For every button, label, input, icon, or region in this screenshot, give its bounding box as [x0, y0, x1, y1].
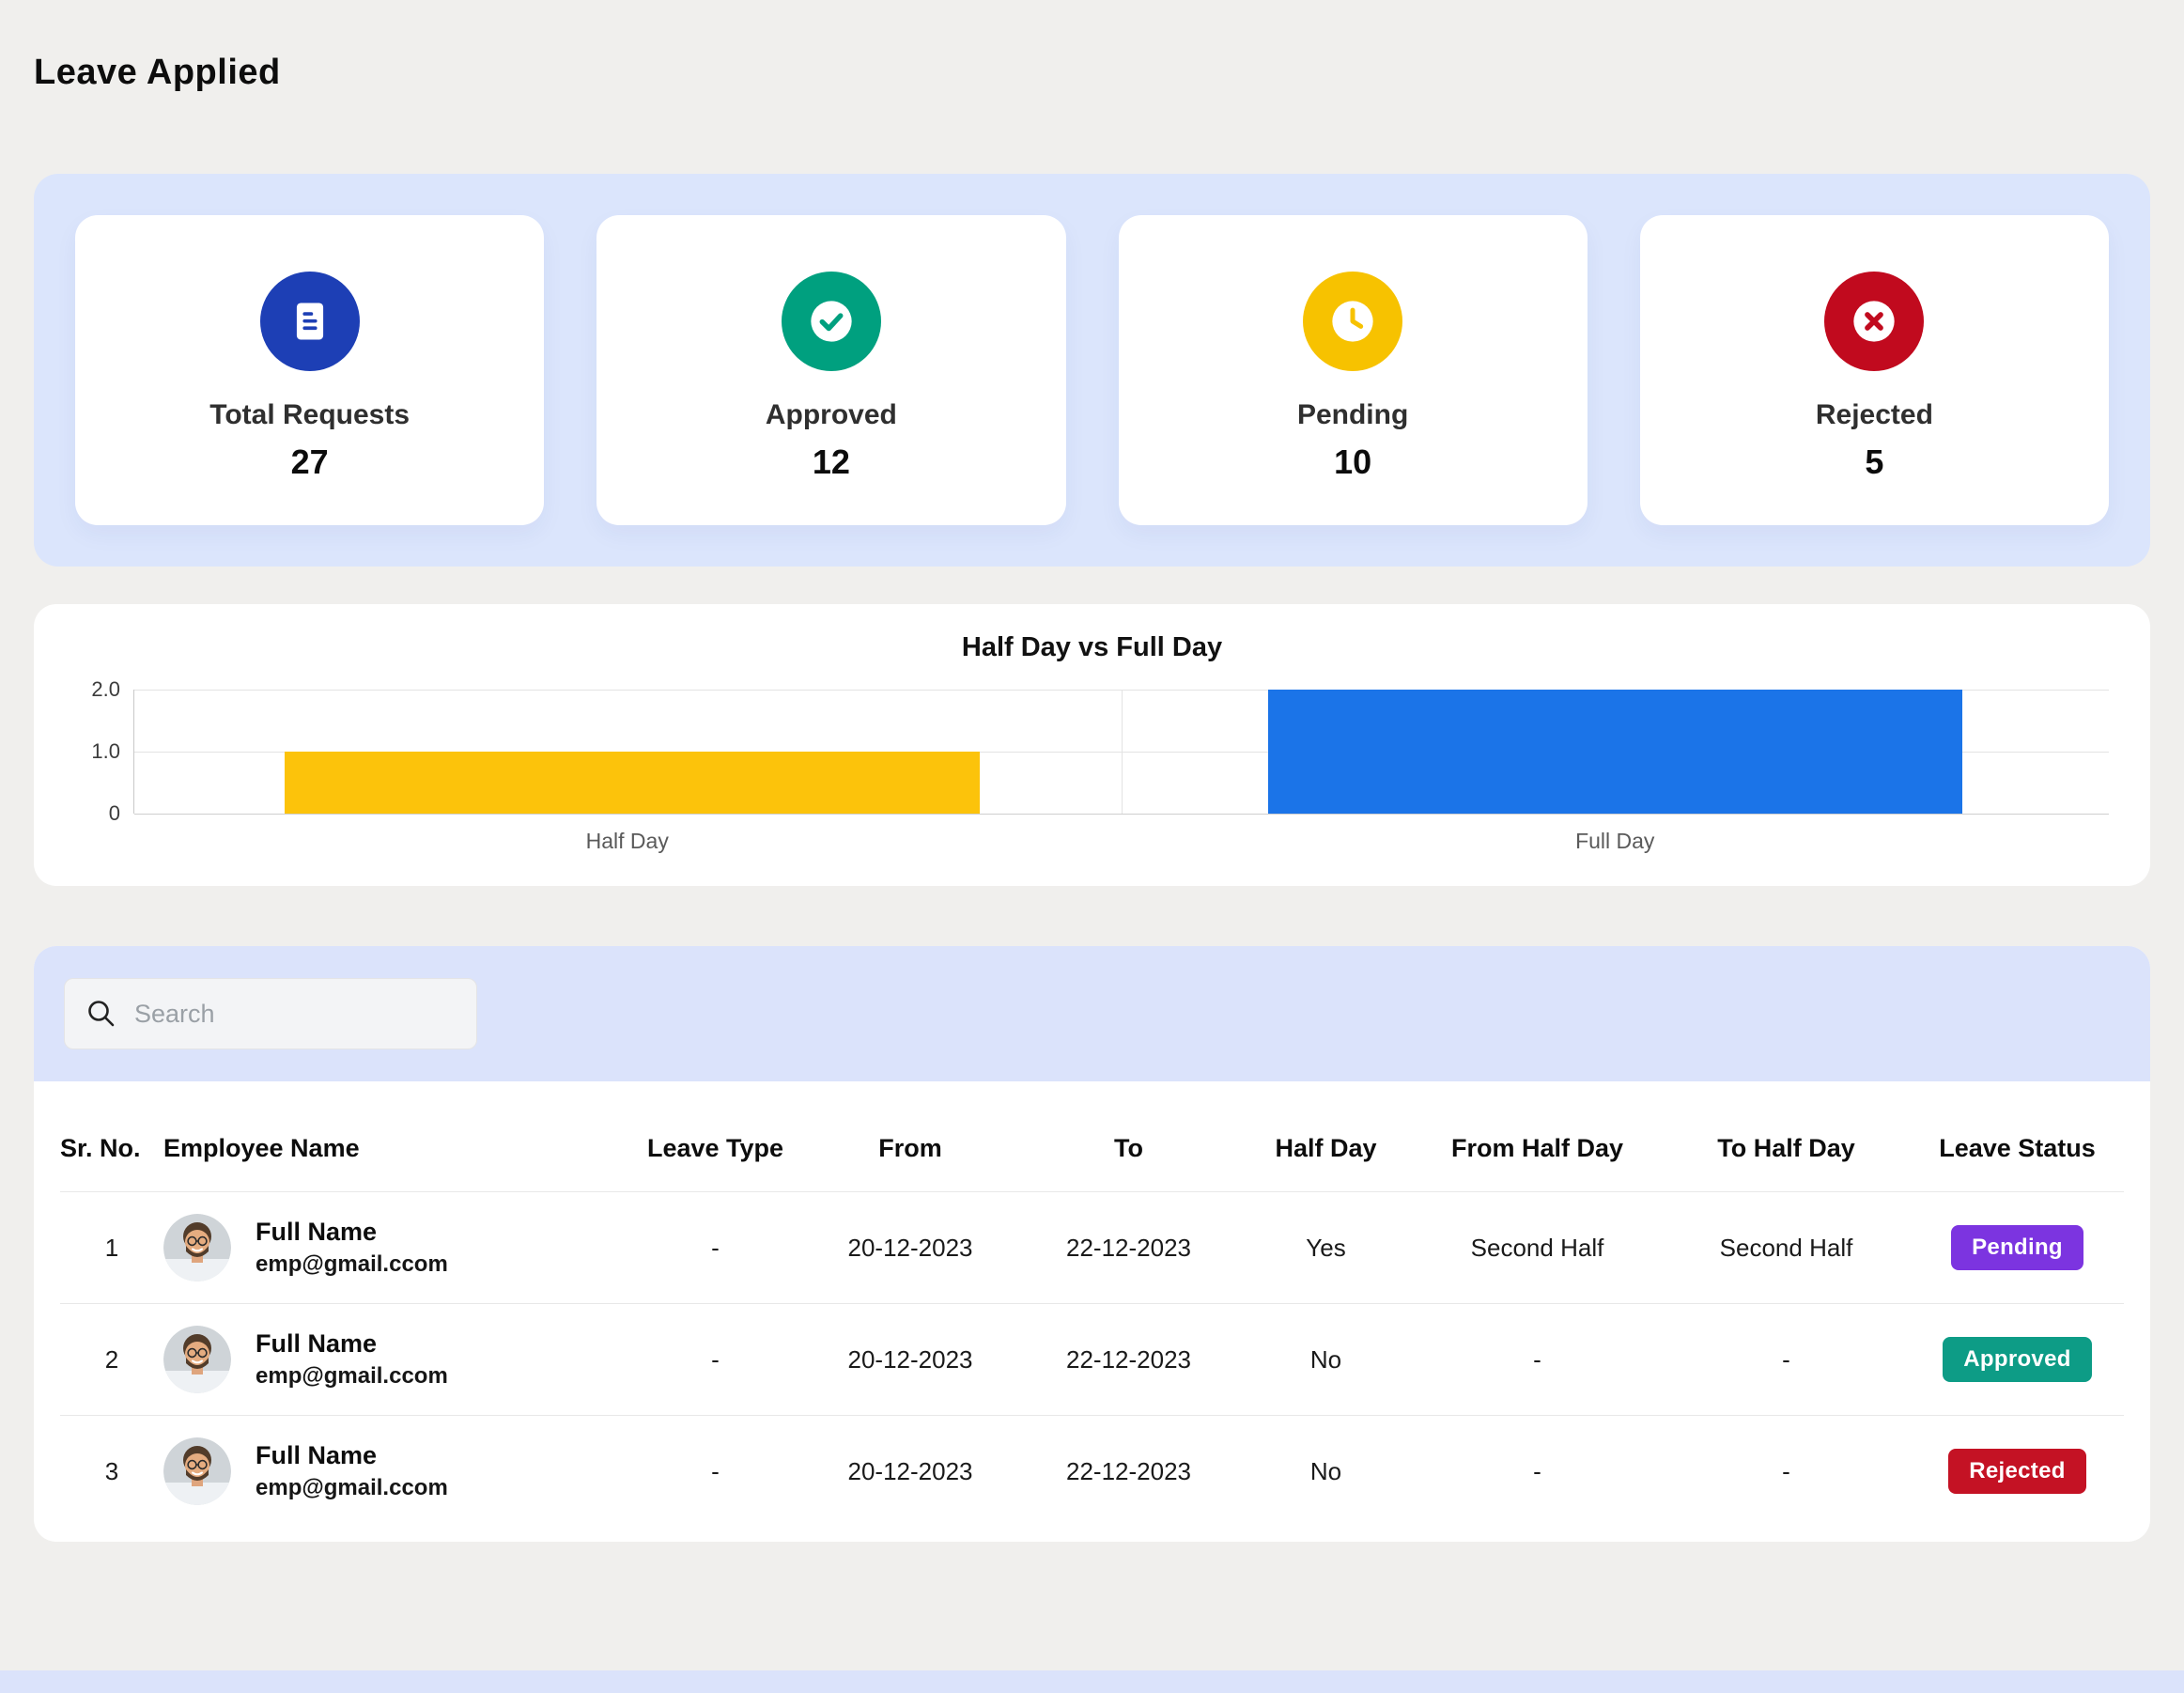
avatar [163, 1326, 231, 1393]
bar-half-day [285, 752, 980, 814]
document-icon [260, 272, 360, 371]
employee-email: emp@gmail.ccom [256, 1363, 448, 1390]
from-half-day: - [1413, 1457, 1662, 1486]
x-label-full-day: Full Day [1122, 829, 2110, 854]
leave-status-cell: Pending [1911, 1225, 2124, 1270]
clock-icon [1303, 272, 1402, 371]
y-tick: 2.0 [91, 677, 120, 702]
col-header-to-half-day: To Half Day [1662, 1134, 1911, 1163]
col-header-leave-status: Leave Status [1911, 1134, 2124, 1163]
search-box[interactable] [64, 978, 477, 1049]
half-day-vs-full-day-chart: Half Day vs Full Day 2.0 1.0 0 Half Day … [34, 604, 2150, 886]
status-badge: Approved [1943, 1337, 2091, 1382]
x-axis-line [134, 814, 2109, 815]
table-row[interactable]: 1 Full Name emp@gmail.ccom - 20-12-2023 … [60, 1191, 2124, 1303]
stat-label: Pending [1297, 399, 1408, 431]
table-toolbar [34, 946, 2150, 1081]
col-header-from-half-day: From Half Day [1413, 1134, 1662, 1163]
stat-card-total-requests: Total Requests 27 [75, 215, 544, 525]
gridline-vertical [1122, 690, 1123, 814]
check-circle-icon [782, 272, 881, 371]
employee-cell: Full Name emp@gmail.ccom [163, 1201, 628, 1295]
from-date: 20-12-2023 [802, 1457, 1018, 1486]
x-axis: Half Day Full Day [133, 829, 2109, 854]
leave-type: - [628, 1457, 802, 1486]
employee-cell: Full Name emp@gmail.ccom [163, 1424, 628, 1518]
col-header-employee-name: Employee Name [163, 1134, 628, 1163]
sr-no: 1 [60, 1234, 163, 1263]
plot [133, 690, 2109, 814]
to-date: 22-12-2023 [1018, 1345, 1239, 1375]
from-half-day: - [1413, 1345, 1662, 1375]
to-date: 22-12-2023 [1018, 1457, 1239, 1486]
stat-value: 10 [1334, 443, 1371, 482]
half-day: No [1239, 1457, 1413, 1486]
stat-card-approved: Approved 12 [596, 215, 1065, 525]
leave-status-cell: Approved [1911, 1337, 2124, 1382]
next-section-strip [0, 1670, 2184, 1693]
status-badge: Pending [1951, 1225, 2083, 1270]
leave-status-cell: Rejected [1911, 1449, 2124, 1494]
col-header-from: From [802, 1134, 1018, 1163]
y-tick: 1.0 [91, 739, 120, 764]
employee-cell: Full Name emp@gmail.ccom [163, 1312, 628, 1406]
leave-table-card: Sr. No. Employee Name Leave Type From To… [34, 946, 2150, 1542]
stat-label: Approved [766, 399, 897, 431]
employee-name: Full Name [256, 1218, 448, 1247]
search-icon [85, 998, 117, 1030]
col-header-to: To [1018, 1134, 1239, 1163]
to-half-day: - [1662, 1457, 1911, 1486]
status-badge: Rejected [1948, 1449, 2085, 1494]
stat-value: 5 [1865, 443, 1883, 482]
avatar [163, 1437, 231, 1505]
leave-applied-page: Leave Applied Total Requests 27 Approved… [0, 0, 2184, 1542]
y-tick: 0 [109, 801, 120, 826]
table-row[interactable]: 3 Full Name emp@gmail.ccom - 20-12-2023 … [60, 1415, 2124, 1527]
employee-email: emp@gmail.ccom [256, 1251, 448, 1278]
cross-circle-icon [1824, 272, 1924, 371]
avatar [163, 1214, 231, 1281]
to-half-day: Second Half [1662, 1234, 1911, 1263]
leave-type: - [628, 1345, 802, 1375]
table-header-row: Sr. No. Employee Name Leave Type From To… [60, 1095, 2124, 1191]
x-label-half-day: Half Day [133, 829, 1122, 854]
sr-no: 3 [60, 1457, 163, 1486]
y-axis: 2.0 1.0 0 [75, 690, 133, 814]
to-half-day: - [1662, 1345, 1911, 1375]
to-date: 22-12-2023 [1018, 1234, 1239, 1263]
search-input[interactable] [134, 1000, 467, 1029]
stat-value: 27 [291, 443, 329, 482]
half-day: No [1239, 1345, 1413, 1375]
col-header-sr-no: Sr. No. [60, 1134, 163, 1163]
from-half-day: Second Half [1413, 1234, 1662, 1263]
stats-section: Total Requests 27 Approved 12 Pending 10… [34, 174, 2150, 567]
from-date: 20-12-2023 [802, 1234, 1018, 1263]
chart-plot-area: 2.0 1.0 0 [75, 690, 2109, 814]
employee-name: Full Name [256, 1441, 448, 1470]
leave-type: - [628, 1234, 802, 1263]
bar-full-day [1268, 690, 1963, 814]
employee-name: Full Name [256, 1329, 448, 1359]
table-row[interactable]: 2 Full Name emp@gmail.ccom - 20-12-2023 … [60, 1303, 2124, 1415]
stat-card-rejected: Rejected 5 [1640, 215, 2109, 525]
page-title: Leave Applied [34, 53, 2150, 93]
stat-label: Rejected [1816, 399, 1933, 431]
from-date: 20-12-2023 [802, 1345, 1018, 1375]
employee-email: emp@gmail.ccom [256, 1475, 448, 1501]
chart-title: Half Day vs Full Day [75, 632, 2109, 663]
stat-label: Total Requests [209, 399, 410, 431]
half-day: Yes [1239, 1234, 1413, 1263]
stat-card-pending: Pending 10 [1119, 215, 1588, 525]
leave-table: Sr. No. Employee Name Leave Type From To… [34, 1081, 2150, 1542]
sr-no: 2 [60, 1345, 163, 1375]
col-header-half-day: Half Day [1239, 1134, 1413, 1163]
stat-value: 12 [813, 443, 850, 482]
col-header-leave-type: Leave Type [628, 1134, 802, 1163]
